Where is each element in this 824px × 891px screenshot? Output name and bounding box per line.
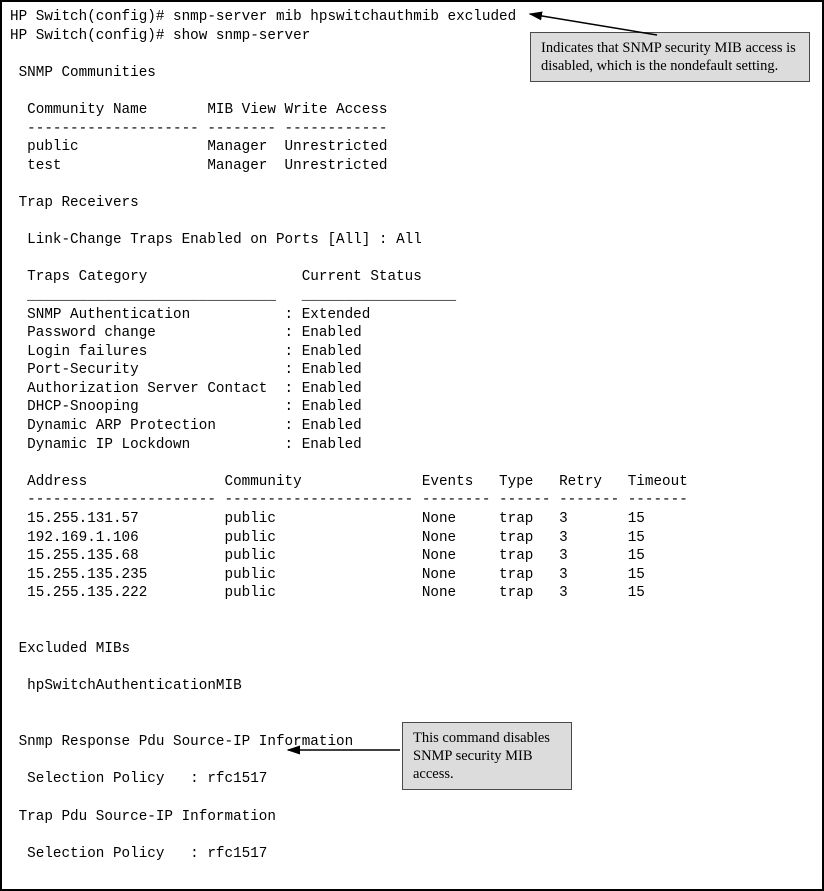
terminal-output-frame: HP Switch(config)# snmp-server mib hpswi… xyxy=(0,0,824,891)
community-separator: -------------------- -------- ----------… xyxy=(10,121,388,137)
callout-box-2: This command disables SNMP security MIB … xyxy=(402,722,572,790)
trap-row: SNMP Authentication : Extended xyxy=(10,307,370,323)
trap-row: Login failures : Enabled xyxy=(10,344,362,360)
prompt: HP Switch(config)# xyxy=(10,9,173,25)
trap-row: DHCP-Snooping : Enabled xyxy=(10,399,362,415)
trap-row: Authorization Server Contact : Enabled xyxy=(10,381,362,397)
receiver-separator: ---------------------- -----------------… xyxy=(10,492,688,508)
section-snmp-communities: SNMP Communities xyxy=(10,65,156,81)
receiver-columns: Address Community Events Type Retry Time… xyxy=(10,474,688,490)
arrow-1 xyxy=(522,10,662,40)
excluded-mib-item: hpSwitchAuthenticationMIB xyxy=(10,678,242,694)
receiver-row: 15.255.135.235 public None trap 3 15 xyxy=(10,567,645,583)
trap-row: Password change : Enabled xyxy=(10,325,362,341)
receiver-row: 15.255.135.68 public None trap 3 15 xyxy=(10,548,645,564)
traps-separator: _____________________________ __________… xyxy=(10,288,456,304)
community-columns: Community Name MIB View Write Access xyxy=(10,102,388,118)
receiver-row: 192.169.1.106 public None trap 3 15 xyxy=(10,530,645,546)
trap-selection-policy: Selection Policy : rfc1517 xyxy=(10,846,267,862)
section-trap-pdu: Trap Pdu Source-IP Information xyxy=(10,809,276,825)
arrow-2 xyxy=(280,740,410,760)
section-trap-receivers: Trap Receivers xyxy=(10,195,139,211)
trap-row: Dynamic IP Lockdown : Enabled xyxy=(10,437,362,453)
community-row: test Manager Unrestricted xyxy=(10,158,388,174)
command-1: snmp-server mib hpswitchauthmib excluded xyxy=(173,9,516,25)
command-2: show snmp-server xyxy=(173,28,310,44)
response-selection-policy: Selection Policy : rfc1517 xyxy=(10,771,267,787)
trap-row: Port-Security : Enabled xyxy=(10,362,362,378)
section-excluded-mibs: Excluded MIBs xyxy=(10,641,130,657)
link-change-line: Link-Change Traps Enabled on Ports [All]… xyxy=(10,232,422,248)
receiver-row: 15.255.135.222 public None trap 3 15 xyxy=(10,585,645,601)
community-row: public Manager Unrestricted xyxy=(10,139,388,155)
callout-text-2: This command disables SNMP security MIB … xyxy=(413,730,550,782)
prompt-line-1: HP Switch(config)# snmp-server mib hpswi… xyxy=(10,9,516,25)
callout-text-1: Indicates that SNMP security MIB access … xyxy=(541,40,796,74)
traps-columns: Traps Category Current Status xyxy=(10,269,422,285)
trap-row: Dynamic ARP Protection : Enabled xyxy=(10,418,362,434)
prompt: HP Switch(config)# xyxy=(10,28,173,44)
receiver-row: 15.255.131.57 public None trap 3 15 xyxy=(10,511,645,527)
prompt-line-2: HP Switch(config)# show snmp-server xyxy=(10,28,310,44)
